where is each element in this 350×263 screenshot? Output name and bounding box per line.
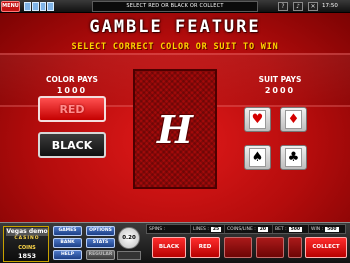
stats-button[interactable]: STATS: [86, 238, 115, 248]
coins-line-stat: COINS/LINE : 20: [225, 225, 273, 233]
diamonds-button[interactable]: ♦: [280, 107, 307, 132]
clubs-button[interactable]: ♣: [280, 145, 307, 170]
coin-value-selector[interactable]: 0.20: [118, 227, 140, 249]
close-icon[interactable]: ✕: [308, 2, 318, 11]
games-button[interactable]: GAMES: [53, 226, 82, 236]
coin-size-indicator: [117, 251, 141, 260]
black-bottom-button[interactable]: BLACK: [152, 237, 186, 258]
clubs-icon: ♣: [285, 148, 302, 167]
logo-subtitle: CASINO: [14, 236, 40, 241]
diamonds-icon: ♦: [285, 110, 302, 129]
gamble-table: GAMBLE FEATURE SELECT CORRECT COLOR OR S…: [0, 13, 350, 246]
coins-line-label: COINS/LINE :: [227, 226, 256, 232]
stripe: [0, 53, 350, 55]
red-button[interactable]: RED: [38, 96, 106, 122]
casino-logo: Vegas demo CASINO COINS 1853: [3, 226, 49, 262]
unused-button: [224, 237, 252, 258]
menu-button[interactable]: MENU: [1, 1, 20, 12]
win-value: 500: [325, 226, 339, 232]
face-down-card: H: [133, 69, 217, 189]
black-button[interactable]: BLACK: [38, 132, 106, 158]
hearts-button[interactable]: ♥: [244, 107, 271, 132]
bet-stat: BET : 500: [273, 225, 309, 233]
red-bottom-button[interactable]: RED: [190, 237, 220, 258]
lines-label: LINES :: [193, 226, 209, 232]
suit-pays-label: SUIT PAYS: [258, 75, 302, 84]
bet-value: 500: [288, 226, 303, 232]
suit-pays-value: 2000: [264, 86, 296, 95]
spins-label: SPINS :: [149, 226, 166, 232]
history-card: [47, 2, 54, 11]
logo-name: Vegas demo: [6, 228, 48, 236]
clock: 17:50: [322, 3, 338, 9]
card-logo: H: [157, 106, 193, 152]
page-title: GAMBLE FEATURE: [89, 17, 261, 37]
help-icon[interactable]: ?: [278, 2, 288, 11]
color-pays-label: COLOR PAYS: [46, 75, 98, 84]
help-button[interactable]: HELP: [53, 250, 82, 260]
stats-bar: SPINS : LINES : 25 COINS/LINE : 20 BET :…: [146, 224, 346, 234]
history-card: [39, 2, 47, 11]
spins-stat: SPINS :: [147, 225, 191, 233]
bank-button[interactable]: BANK: [53, 238, 82, 248]
top-bar: MENU SELECT RED OR BLACK OR COLLECT ? ♪ …: [0, 0, 350, 13]
spades-button[interactable]: ♠: [244, 145, 271, 170]
win-label: WIN :: [311, 226, 324, 232]
bet-label: BET :: [275, 226, 287, 232]
collect-button[interactable]: COLLECT: [305, 237, 347, 258]
history-card: [24, 2, 31, 11]
hearts-icon: ♥: [249, 110, 266, 129]
win-stat: WIN : 500: [309, 225, 345, 233]
card-history-indicator: [24, 2, 54, 11]
coins-label: COINS: [18, 245, 36, 251]
unused-button: [256, 237, 284, 258]
spades-icon: ♠: [249, 148, 266, 167]
page-subtitle: SELECT CORRECT COLOR OR SUIT TO WIN: [71, 42, 279, 52]
lines-stat: LINES : 25: [191, 225, 225, 233]
regular-button[interactable]: REGULAR: [86, 250, 115, 260]
status-message: SELECT RED OR BLACK OR COLLECT: [92, 1, 258, 12]
coins-line-value: 20: [257, 226, 269, 232]
history-card: [31, 2, 39, 11]
unused-button: [288, 237, 302, 258]
sound-icon[interactable]: ♪: [293, 2, 303, 11]
coins-value: 1853: [17, 252, 37, 260]
color-pays-value: 1000: [56, 86, 88, 95]
options-button[interactable]: OPTIONS: [86, 226, 115, 236]
lines-value: 25: [210, 226, 222, 232]
